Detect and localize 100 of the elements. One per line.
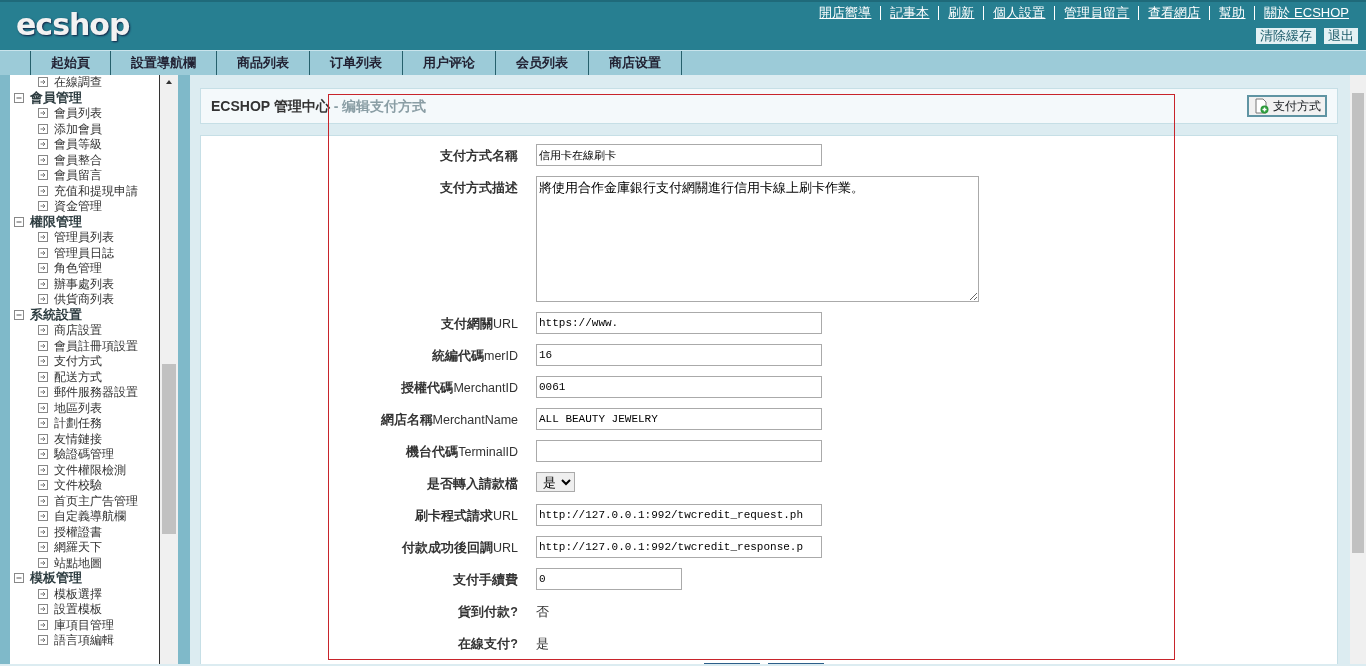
sidebar-item[interactable]: 會員列表 — [54, 106, 102, 120]
sidebar-item[interactable]: 會員註冊項設置 — [54, 338, 138, 353]
arrow-box-icon[interactable] — [38, 402, 48, 413]
scroll-thumb[interactable] — [1352, 93, 1364, 553]
arrow-box-icon[interactable] — [38, 542, 48, 552]
input-field[interactable] — [536, 440, 822, 462]
sidebar-item[interactable]: 設置模板 — [54, 602, 102, 616]
collapse-icon[interactable] — [14, 573, 24, 583]
sidebar-item[interactable]: 資金管理 — [54, 199, 102, 213]
sidebar-item[interactable]: 授權證書 — [54, 524, 102, 539]
scroll-up-icon[interactable] — [166, 80, 172, 84]
sidebar-item[interactable]: 驗證碼管理 — [54, 447, 114, 461]
arrow-box-icon[interactable] — [38, 294, 48, 304]
sidebar-item[interactable]: 郵件服務器設置 — [54, 385, 138, 399]
arrow-box-icon[interactable] — [38, 588, 48, 599]
arrow-box-icon[interactable] — [38, 387, 48, 397]
input-field[interactable]: http://127.0.0.1:992/twcredit_response.p — [536, 535, 822, 558]
description-field[interactable]: 將使用合作金庫銀行支付網關進行信用卡線上刷卡作業。 — [536, 176, 979, 302]
arrow-box-icon[interactable] — [38, 139, 48, 149]
sidebar-item[interactable]: 會員留言 — [54, 168, 102, 182]
sidebar-item[interactable]: 自定義導航欄 — [54, 509, 126, 523]
arrow-box-icon[interactable] — [38, 170, 48, 180]
arrow-box-icon[interactable] — [38, 340, 48, 351]
sidebar-group[interactable]: 模板管理 — [30, 571, 82, 585]
input-field[interactable]: ALL BEAUTY JEWELRY — [536, 408, 822, 430]
header-link[interactable]: 記事本 — [880, 6, 939, 20]
sidebar-item[interactable]: 模板選擇 — [54, 586, 102, 601]
sidebar-item[interactable]: 管理員列表 — [54, 230, 114, 244]
input-field[interactable]: http://127.0.0.1:992/twcredit_request.ph — [536, 503, 822, 526]
arrow-box-icon[interactable] — [38, 263, 48, 273]
sidebar-item[interactable]: 庫項目管理 — [54, 617, 114, 632]
select-field[interactable]: 是 — [536, 472, 575, 492]
arrow-box-icon[interactable] — [38, 449, 48, 459]
sidebar-item[interactable]: 會員整合 — [54, 152, 102, 167]
sidebar-item[interactable]: 會員等級 — [54, 137, 102, 151]
header-link[interactable]: 刷新 — [938, 6, 984, 20]
header-link[interactable]: 關於 ECSHOP — [1254, 6, 1358, 20]
header-link[interactable]: 查看網店 — [1138, 6, 1210, 20]
arrow-box-icon[interactable] — [38, 619, 48, 630]
sidebar-item[interactable]: 管理員日誌 — [54, 245, 114, 260]
arrow-box-icon[interactable] — [38, 185, 48, 196]
input-field[interactable]: 0061 — [536, 376, 822, 398]
sidebar-item[interactable]: 商店設置 — [54, 323, 102, 337]
header-button[interactable]: 退出 — [1324, 28, 1358, 44]
payment-methods-button[interactable]: 支付方式 — [1247, 95, 1327, 117]
scrollbar[interactable] — [1350, 75, 1366, 664]
sidebar-item[interactable]: 在線調查 — [54, 75, 102, 89]
arrow-box-icon[interactable] — [38, 77, 48, 87]
header-link[interactable]: 幫助 — [1209, 6, 1255, 20]
arrow-box-icon[interactable] — [38, 511, 48, 521]
arrow-box-icon[interactable] — [38, 464, 48, 475]
collapse-icon[interactable] — [14, 309, 24, 320]
header-link[interactable]: 個人設置 — [983, 6, 1055, 20]
arrow-box-icon[interactable] — [38, 371, 48, 382]
arrow-box-icon[interactable] — [38, 325, 48, 335]
scroll-thumb[interactable] — [162, 364, 176, 534]
sidebar-item[interactable]: 文件校驗 — [54, 478, 102, 492]
arrow-box-icon[interactable] — [38, 154, 48, 165]
input-field[interactable]: 0 — [536, 567, 682, 590]
sidebar-item[interactable]: 地區列表 — [54, 400, 102, 415]
arrow-box-icon[interactable] — [38, 278, 48, 289]
input-field[interactable]: 16 — [536, 344, 822, 366]
sidebar-item[interactable]: 網羅天下 — [54, 540, 102, 554]
sidebar-item[interactable]: 文件權限檢測 — [54, 462, 126, 477]
header-link[interactable]: 開店嚮導 — [810, 6, 881, 20]
sidebar-item[interactable]: 計劃任務 — [54, 416, 102, 430]
arrow-box-icon[interactable] — [38, 108, 48, 118]
collapse-icon[interactable] — [14, 216, 24, 227]
arrow-box-icon[interactable] — [38, 232, 48, 242]
input-field[interactable]: https://www. — [536, 312, 822, 334]
arrow-box-icon[interactable] — [38, 201, 48, 211]
sidebar-item[interactable]: 配送方式 — [54, 369, 102, 384]
arrow-box-icon[interactable] — [38, 604, 48, 614]
arrow-box-icon[interactable] — [38, 557, 48, 568]
arrow-box-icon[interactable] — [38, 635, 48, 645]
sidebar-item[interactable]: 站點地圖 — [54, 555, 102, 570]
nav-tab[interactable]: 商店设置 — [588, 51, 682, 75]
arrow-box-icon[interactable] — [38, 247, 48, 258]
arrow-box-icon[interactable] — [38, 433, 48, 444]
sidebar-item[interactable]: 首页主广告管理 — [54, 493, 138, 508]
scrollbar[interactable] — [160, 75, 178, 664]
arrow-box-icon[interactable] — [38, 418, 48, 428]
sidebar-item[interactable]: 添加會員 — [54, 121, 102, 136]
sidebar-group[interactable]: 會員管理 — [30, 90, 82, 105]
sidebar-item[interactable]: 供貨商列表 — [54, 292, 114, 306]
sidebar-item[interactable]: 充值和提現申請 — [54, 183, 138, 198]
arrow-box-icon[interactable] — [38, 495, 48, 506]
sidebar-item[interactable]: 語言項編輯 — [54, 633, 114, 647]
sidebar-group[interactable]: 系統設置 — [30, 307, 82, 322]
header-button[interactable]: 清除緩存 — [1256, 28, 1316, 44]
arrow-box-icon[interactable] — [38, 526, 48, 537]
input-field[interactable]: 信用卡在線刷卡 — [536, 144, 822, 166]
sidebar-item[interactable]: 支付方式 — [54, 354, 102, 368]
sidebar-group[interactable]: 權限管理 — [30, 214, 82, 229]
arrow-box-icon[interactable] — [38, 480, 48, 490]
sidebar-item[interactable]: 友情鏈接 — [54, 431, 102, 446]
sidebar-item[interactable]: 辦事處列表 — [54, 276, 114, 291]
sidebar-item[interactable]: 角色管理 — [54, 261, 102, 275]
arrow-box-icon[interactable] — [38, 356, 48, 366]
collapse-icon[interactable] — [14, 92, 24, 103]
